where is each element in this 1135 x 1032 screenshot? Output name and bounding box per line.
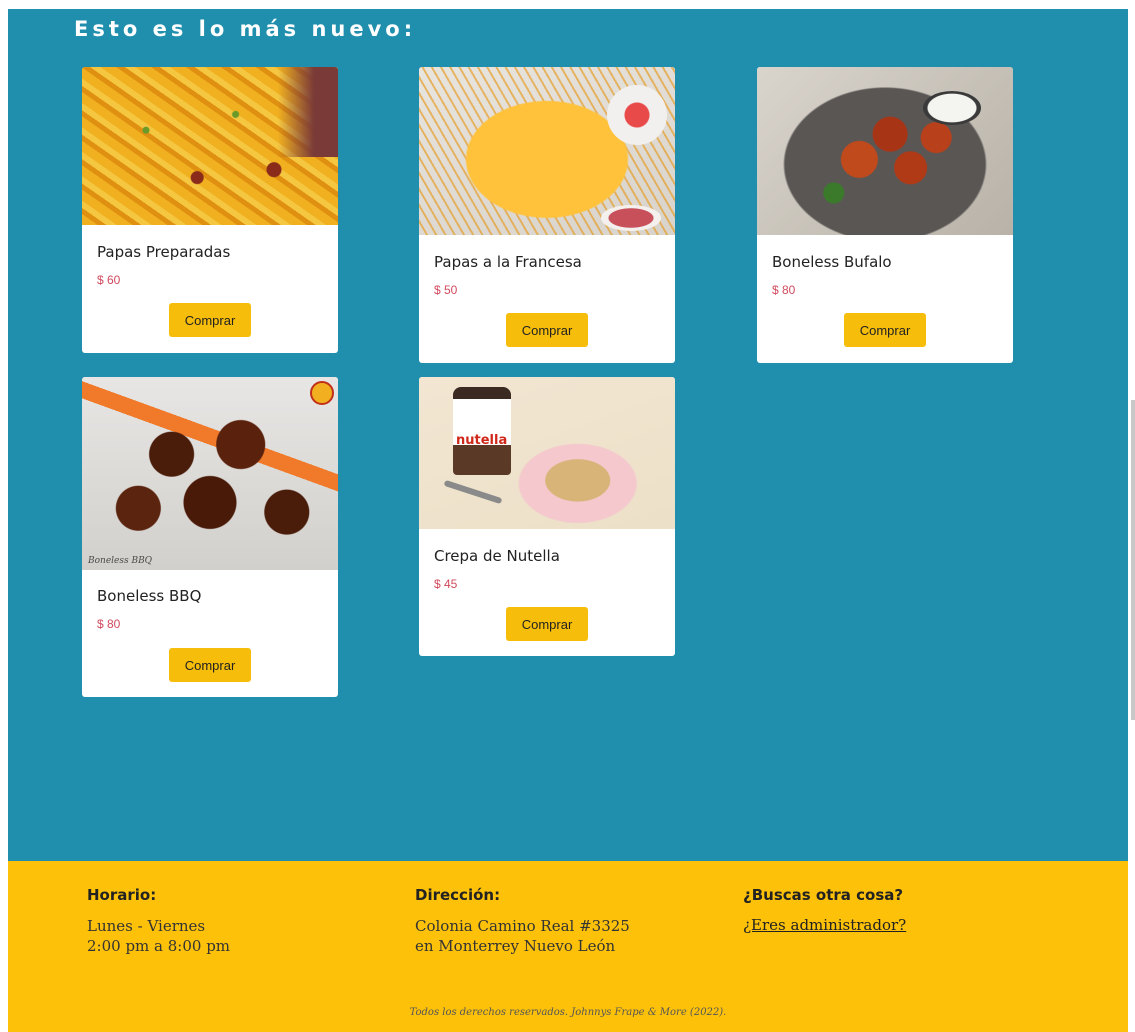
product-price: $ 80 (772, 283, 796, 297)
schedule-heading: Horario: (87, 886, 157, 904)
product-card-boneless-bufalo: Boneless Bufalo $ 80 Comprar (757, 67, 1013, 363)
footer-schedule: Horario: Lunes - Viernes 2:00 pm a 8:00 … (87, 886, 230, 956)
loaded-fries-photo (82, 67, 338, 225)
other-heading: ¿Buscas otra cosa? (743, 886, 904, 904)
bbq-boneless-photo: Boneless BBQ (82, 377, 338, 570)
french-fries-photo (419, 67, 675, 235)
site-footer: Horario: Lunes - Viernes 2:00 pm a 8:00 … (8, 861, 1128, 1032)
nutella-jar-label: nutella (456, 433, 508, 448)
address-heading: Dirección: (415, 886, 501, 904)
address-line-1: Colonia Camino Real #3325 (415, 917, 630, 935)
product-card-boneless-bbq: Boneless BBQ Boneless BBQ $ 80 Comprar (82, 377, 338, 697)
product-price: $ 45 (434, 577, 458, 591)
schedule-hours: 2:00 pm a 8:00 pm (87, 937, 231, 955)
scrollbar-thumb[interactable] (1131, 400, 1135, 720)
footer-address: Dirección: Colonia Camino Real #3325 en … (415, 886, 630, 956)
product-name: Boneless BBQ (97, 587, 202, 605)
products-section: Esto es lo más nuevo: Papas Preparadas $… (8, 9, 1128, 861)
admin-link[interactable]: ¿Eres administrador? (743, 916, 906, 934)
product-name: Boneless Bufalo (772, 253, 892, 271)
product-card-papas-preparadas: Papas Preparadas $ 60 Comprar (82, 67, 338, 353)
buy-button[interactable]: Comprar (506, 313, 588, 347)
buy-button[interactable]: Comprar (506, 607, 588, 641)
product-card-papas-francesa: Papas a la Francesa $ 50 Comprar (419, 67, 675, 363)
product-price: $ 60 (97, 273, 121, 287)
nutella-crepe-photo: nutella (419, 377, 675, 529)
copyright-text: Todos los derechos reservados. Johnnys F… (409, 1007, 727, 1018)
product-name: Crepa de Nutella (434, 547, 560, 565)
buy-button[interactable]: Comprar (169, 648, 251, 682)
photo-caption: Boneless BBQ (88, 556, 153, 566)
footer-other: ¿Buscas otra cosa? ¿Eres administrador? (743, 886, 906, 935)
product-name: Papas Preparadas (97, 243, 231, 261)
product-price: $ 80 (97, 617, 121, 631)
buffalo-boneless-photo (757, 67, 1013, 235)
section-title: Esto es lo más nuevo: (74, 17, 417, 41)
product-card-crepa-nutella: nutella Crepa de Nutella $ 45 Comprar (419, 377, 675, 656)
product-price: $ 50 (434, 283, 458, 297)
product-name: Papas a la Francesa (434, 253, 582, 271)
buy-button[interactable]: Comprar (844, 313, 926, 347)
scrollbar-track[interactable] (1128, 0, 1135, 1032)
address-line-2: en Monterrey Nuevo León (415, 937, 616, 955)
schedule-days: Lunes - Viernes (87, 917, 206, 935)
buy-button[interactable]: Comprar (169, 303, 251, 337)
